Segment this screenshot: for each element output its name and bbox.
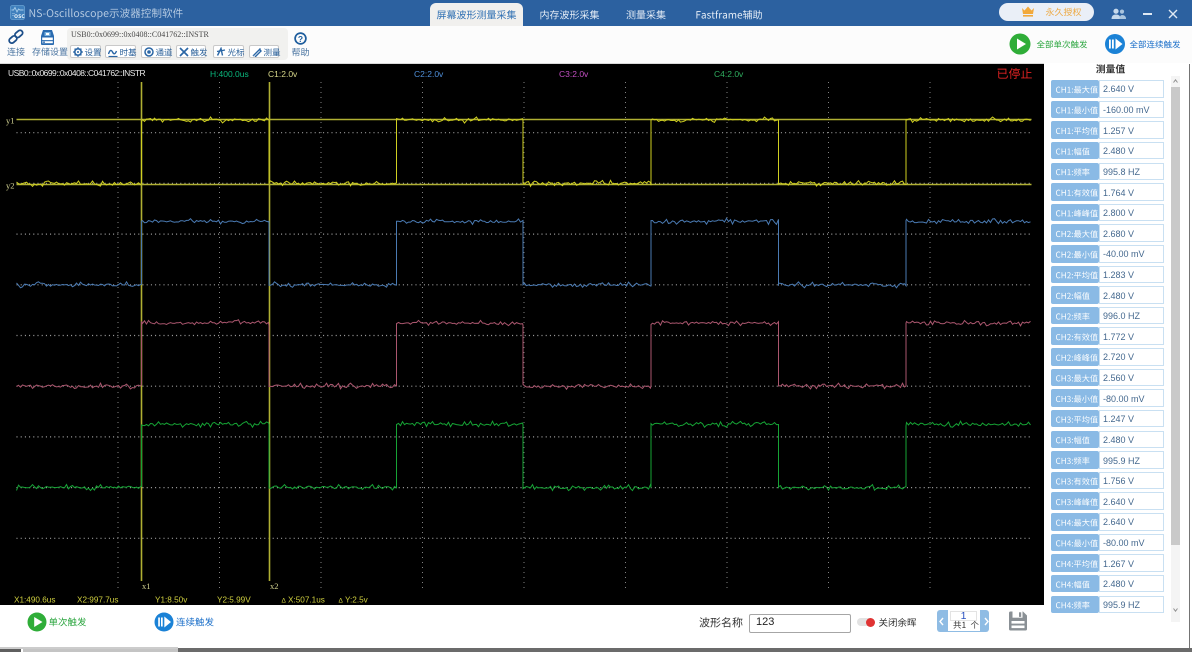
svg-text:x2: x2 [270, 581, 279, 591]
svg-text:Y:2.5v: Y:2.5v [345, 596, 369, 605]
svg-text:x1: x1 [142, 581, 151, 591]
svg-text:Y1:8.50v: Y1:8.50v [155, 596, 188, 605]
svg-text:X:507.1us: X:507.1us [288, 596, 325, 605]
svg-text:X1:490.6us: X1:490.6us [14, 596, 55, 605]
svg-text:y1: y1 [6, 116, 15, 126]
svg-text:y2: y2 [6, 181, 15, 191]
svg-text:Δ: Δ [339, 598, 344, 605]
svg-text:Y2:5.99V: Y2:5.99V [217, 596, 251, 605]
svg-text:?: ? [298, 34, 303, 44]
svg-text:X2:997.7us: X2:997.7us [77, 596, 118, 605]
svg-text:Δ: Δ [282, 598, 287, 605]
